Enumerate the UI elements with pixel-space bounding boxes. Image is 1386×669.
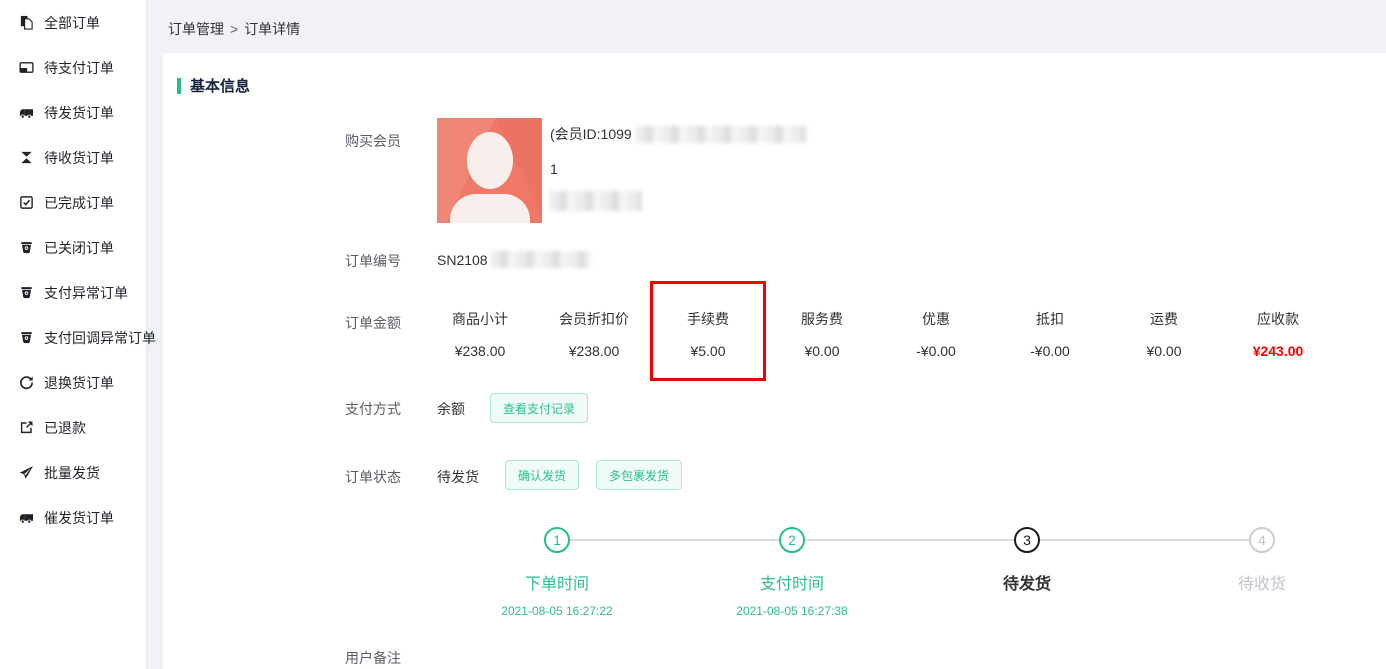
sidebar-item-label: 已关闭订单 xyxy=(44,238,114,258)
sidebar-item-pending-payment[interactable]: 待支付订单 xyxy=(0,45,146,90)
sidebar-item-label: 待发货订单 xyxy=(44,103,114,123)
sidebar-item-label: 退换货订单 xyxy=(44,373,114,393)
amount-col-freight: 运费 ¥0.00 xyxy=(1107,309,1221,359)
redacted-order-no xyxy=(491,251,591,268)
truck-icon xyxy=(18,510,34,526)
confirm-ship-button[interactable]: 确认发货 xyxy=(505,460,579,490)
credit-card-icon xyxy=(18,60,34,76)
step-time: 2021-08-05 16:27:22 xyxy=(447,604,667,618)
send-icon xyxy=(18,465,34,481)
sidebar: 全部订单 待支付订单 待发货订单 待收货订单 已完成订单 xyxy=(0,0,147,669)
documents-icon xyxy=(18,15,34,31)
step-time: 2021-08-05 16:27:38 xyxy=(682,604,902,618)
order-no-value: SN2108 xyxy=(437,251,591,268)
step-pending-receipt: 4 待收货 xyxy=(1152,527,1372,594)
sidebar-item-label: 待收货订单 xyxy=(44,148,114,168)
breadcrumb: 订单管理 > 订单详情 xyxy=(168,19,300,39)
step-pending-shipment: 3 待发货 xyxy=(917,527,1137,594)
sidebar-item-pending-shipment[interactable]: 待发货订单 xyxy=(0,90,146,135)
step-circle: 1 xyxy=(544,527,570,553)
amount-col-handling-fee-annotated: 手续费 ¥5.00 xyxy=(651,309,765,359)
amount-col-deduction: 抵扣 -¥0.00 xyxy=(993,309,1107,359)
step-circle: 4 xyxy=(1249,527,1275,553)
avatar-body-shape xyxy=(450,194,530,223)
amount-col-service-fee: 服务费 ¥0.00 xyxy=(765,309,879,359)
payment-method-label: 支付方式 xyxy=(345,399,401,419)
step-label: 下单时间 xyxy=(447,570,667,594)
step-label: 待收货 xyxy=(1152,570,1372,594)
breadcrumb-parent[interactable]: 订单管理 xyxy=(168,21,224,37)
breadcrumb-separator: > xyxy=(230,21,238,37)
truck-icon xyxy=(18,105,34,121)
redacted-member-name xyxy=(550,191,642,211)
amount-columns: 商品小计 ¥238.00 会员折扣价 ¥238.00 手续费 ¥5.00 服务费… xyxy=(423,309,1335,359)
sidebar-item-pending-receipt[interactable]: 待收货订单 xyxy=(0,135,146,180)
sidebar-item-label: 支付回调异常订单 xyxy=(44,328,156,348)
member-label: 购买会员 xyxy=(345,131,401,151)
order-no-label: 订单编号 xyxy=(345,251,401,271)
sidebar-item-label: 已完成订单 xyxy=(44,193,114,213)
sidebar-item-batch-shipment[interactable]: 批量发货 xyxy=(0,450,146,495)
package-icon xyxy=(18,150,34,166)
sidebar-item-payment-callback-exception[interactable]: 支付回调异常订单 xyxy=(0,315,146,360)
refresh-icon xyxy=(18,375,34,391)
view-payment-record-button[interactable]: 查看支付记录 xyxy=(490,393,588,423)
sidebar-item-label: 支付异常订单 xyxy=(44,283,128,303)
share-icon xyxy=(18,420,34,436)
sidebar-item-completed[interactable]: 已完成订单 xyxy=(0,180,146,225)
breadcrumb-current: 订单详情 xyxy=(244,21,300,37)
step-circle: 3 xyxy=(1014,527,1040,553)
amount-col-member-discount: 会员折扣价 ¥238.00 xyxy=(537,309,651,359)
trash-bucket-icon xyxy=(18,285,34,301)
member-info: (会员ID:1099 1 xyxy=(550,124,806,214)
member-level-text: 1 xyxy=(550,161,806,177)
trash-bucket-icon xyxy=(18,240,34,256)
trash-bucket-icon xyxy=(18,330,34,346)
user-remark-label: 用户备注 xyxy=(345,648,401,668)
step-order-time: 1 下单时间 2021-08-05 16:27:22 xyxy=(447,527,667,618)
amount-label: 订单金额 xyxy=(345,313,401,333)
amount-col-coupon: 优惠 -¥0.00 xyxy=(879,309,993,359)
step-circle: 2 xyxy=(779,527,805,553)
section-accent-bar xyxy=(177,78,181,94)
redacted-member-id xyxy=(636,126,806,143)
basic-info-card: 基本信息 购买会员 (会员ID:1099 1 订单编号 SN2108 xyxy=(163,53,1386,669)
avatar-head-shape xyxy=(467,132,513,189)
section-header: 基本信息 xyxy=(177,75,250,96)
order-status-label: 订单状态 xyxy=(345,467,401,487)
section-title: 基本信息 xyxy=(190,75,250,96)
check-square-icon xyxy=(18,195,34,211)
step-payment-time: 2 支付时间 2021-08-05 16:27:38 xyxy=(682,527,902,618)
main-area: 订单管理 > 订单详情 基本信息 购买会员 (会员ID:1099 1 xyxy=(147,0,1386,669)
sidebar-item-label: 待支付订单 xyxy=(44,58,114,78)
payment-method-value: 余额 xyxy=(437,399,465,419)
sidebar-item-closed[interactable]: 已关闭订单 xyxy=(0,225,146,270)
step-label: 待发货 xyxy=(917,570,1137,594)
multi-package-ship-button[interactable]: 多包裹发货 xyxy=(596,460,682,490)
member-id-text: (会员ID:1099 xyxy=(550,124,632,144)
step-label: 支付时间 xyxy=(682,570,902,594)
amount-col-receivable: 应收款 ¥243.00 xyxy=(1221,309,1335,359)
sidebar-item-payment-exception[interactable]: 支付异常订单 xyxy=(0,270,146,315)
member-avatar xyxy=(437,118,542,223)
order-status-value: 待发货 xyxy=(437,467,479,487)
sidebar-item-return-exchange[interactable]: 退换货订单 xyxy=(0,360,146,405)
sidebar-item-refunded[interactable]: 已退款 xyxy=(0,405,146,450)
sidebar-item-all-orders[interactable]: 全部订单 xyxy=(0,0,146,45)
sidebar-item-urge-shipment[interactable]: 催发货订单 xyxy=(0,495,146,540)
sidebar-item-label: 全部订单 xyxy=(44,13,100,33)
order-no-visible: SN2108 xyxy=(437,252,488,268)
sidebar-item-label: 已退款 xyxy=(44,418,86,438)
amount-col-goods-subtotal: 商品小计 ¥238.00 xyxy=(423,309,537,359)
sidebar-item-label: 催发货订单 xyxy=(44,508,114,528)
sidebar-item-label: 批量发货 xyxy=(44,463,100,483)
order-detail-window: 全部订单 待支付订单 待发货订单 待收货订单 已完成订单 xyxy=(0,0,1386,669)
